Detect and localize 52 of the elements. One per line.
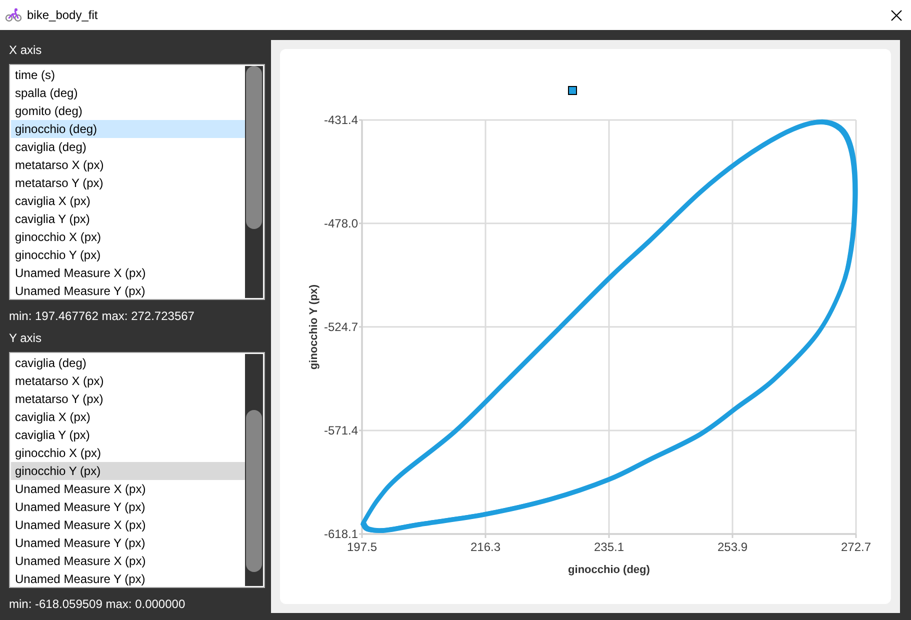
x-axis-title: ginocchio (deg) xyxy=(568,564,650,576)
listbox[interactable] xyxy=(9,64,265,300)
list-item[interactable]: caviglia Y (px) xyxy=(11,426,245,444)
list-item[interactable]: metatarso Y (px) xyxy=(11,390,245,408)
list-item[interactable]: Unamed Measure Y (px) xyxy=(11,570,245,586)
cyclist-icon xyxy=(5,8,22,22)
list-item[interactable]: caviglia Y (px) xyxy=(11,210,245,228)
x-tick-label: 253.9 xyxy=(717,540,748,554)
list-label: X axis xyxy=(9,42,42,59)
range-text: min: 197.467762 max: 272.723567 xyxy=(9,308,194,325)
y-tick-label: -524.7 xyxy=(324,320,358,334)
list-item[interactable]: ginocchio (deg) xyxy=(11,120,245,138)
list-item[interactable]: Unamed Measure X (px) xyxy=(11,480,245,498)
scrollbar[interactable] xyxy=(245,354,263,586)
list-item[interactable]: metatarso Y (px) xyxy=(11,174,245,192)
list-item[interactable]: Unamed Measure X (px) xyxy=(11,264,245,282)
x-tick-label: 216.3 xyxy=(470,540,501,554)
list-item[interactable]: Unamed Measure Y (px) xyxy=(11,534,245,552)
y-tick-label: -571.4 xyxy=(324,423,358,438)
list-item[interactable]: caviglia X (px) xyxy=(11,192,245,210)
list-item[interactable]: time (s) xyxy=(11,66,245,84)
list-item[interactable]: Unamed Measure X (px) xyxy=(11,552,245,570)
y-axis-title: ginocchio Y (px) xyxy=(308,284,320,370)
y-tick-label: -618.1 xyxy=(324,527,358,541)
list-item[interactable]: Unamed Measure X (px) xyxy=(11,516,245,534)
x-tick-label: 197.5 xyxy=(346,540,378,554)
range-text: min: -618.059509 max: 0.000000 xyxy=(9,596,186,613)
list-item[interactable]: gomito (deg) xyxy=(11,102,245,120)
list-item[interactable]: ginocchio X (px) xyxy=(11,228,245,246)
scrollbar-thumb[interactable] xyxy=(246,66,262,229)
scrollbar[interactable] xyxy=(245,66,263,298)
list-item[interactable]: caviglia (deg) xyxy=(11,354,245,372)
list-item[interactable]: ginocchio X (px) xyxy=(11,444,245,462)
window-title: bike_body_fit xyxy=(27,8,98,22)
x-tick-label: 235.1 xyxy=(594,540,624,554)
list-label: Y axis xyxy=(9,330,42,347)
list-item[interactable]: Unamed Measure Y (px) xyxy=(11,498,245,516)
legend-marker-icon[interactable] xyxy=(568,86,577,95)
listbox[interactable] xyxy=(9,352,265,588)
list-item[interactable]: spalla (deg) xyxy=(11,84,245,102)
y-tick-label: -431.4 xyxy=(324,113,358,127)
list-item[interactable]: metatarso X (px) xyxy=(11,156,245,174)
x-tick-label: 272.7 xyxy=(840,540,872,554)
list-item[interactable]: metatarso X (px) xyxy=(11,372,245,390)
list-item[interactable]: caviglia X (px) xyxy=(11,408,245,426)
y-tick-label: -478.0 xyxy=(324,216,358,230)
list-item[interactable]: ginocchio Y (px) xyxy=(11,462,245,480)
close-icon xyxy=(890,10,902,20)
scrollbar-thumb[interactable] xyxy=(246,410,262,572)
list-item[interactable]: caviglia (deg) xyxy=(11,138,245,156)
list-item[interactable]: Unamed Measure Y (px) xyxy=(11,282,245,298)
list-item[interactable]: ginocchio Y (px) xyxy=(11,246,245,264)
